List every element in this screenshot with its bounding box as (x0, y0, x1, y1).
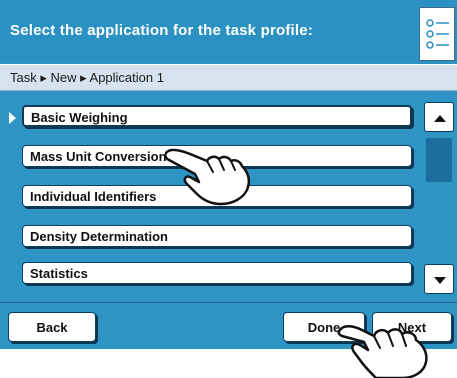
triangle-down-icon (434, 277, 446, 284)
app-button-density-determination[interactable]: Density Determination (22, 225, 412, 247)
header-bar: Select the application for the task prof… (0, 0, 457, 62)
list-icon[interactable] (419, 7, 455, 61)
back-button[interactable]: Back (8, 312, 96, 342)
back-button-label: Back (36, 320, 68, 335)
app-button-label: Density Determination (30, 229, 168, 244)
app-button-label: Mass Unit Conversion (30, 149, 167, 164)
app-button-label: Basic Weighing (31, 110, 128, 125)
page-title: Select the application for the task prof… (10, 22, 314, 39)
breadcrumb: Task ▸ New ▸ Application 1 (0, 64, 457, 91)
scroll-down-button[interactable] (424, 264, 454, 294)
app-button-label: Statistics (30, 266, 88, 281)
scroll-thumb[interactable] (426, 138, 452, 182)
breadcrumb-text: Task ▸ New ▸ Application 1 (10, 70, 164, 85)
app-button-label: Individual Identifiers (30, 189, 157, 204)
scroll-up-button[interactable] (424, 102, 454, 132)
triangle-up-icon (434, 115, 446, 122)
hand-pointer-icon (165, 148, 251, 206)
selection-arrow-icon (9, 112, 16, 124)
app-button-basic-weighing[interactable]: Basic Weighing (22, 105, 412, 127)
hand-pointer-icon (337, 325, 428, 378)
app-button-statistics[interactable]: Statistics (22, 262, 412, 284)
